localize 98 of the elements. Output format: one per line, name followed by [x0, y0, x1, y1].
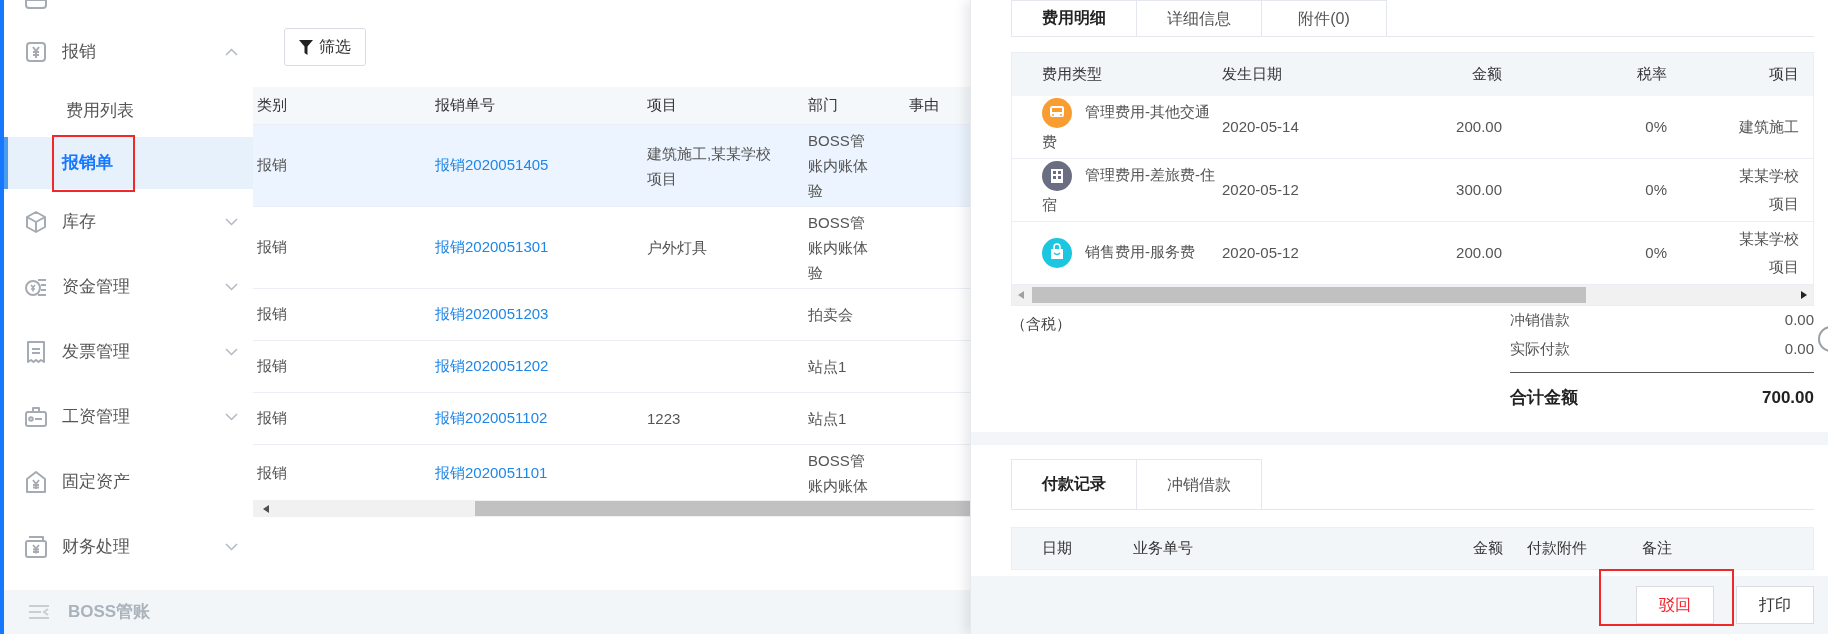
tab[interactable]: 费用明细 — [1011, 0, 1137, 36]
expense-amount: 300.00 — [1456, 180, 1502, 198]
column-header: 发生日期 — [1222, 65, 1282, 83]
column-header: 部门 — [808, 95, 839, 116]
menu-item[interactable]: 库存 — [4, 189, 253, 254]
order-link[interactable]: 报销2020051202 — [435, 355, 647, 378]
column-header: 事由 — [909, 95, 940, 116]
order-link[interactable]: 报销2020051203 — [435, 303, 647, 326]
reject-button[interactable]: 驳回 — [1636, 586, 1714, 624]
submenu-item[interactable]: 报销单 — [4, 137, 253, 189]
tax-note: （含税） — [1011, 314, 1071, 334]
filter-icon — [299, 39, 313, 55]
table-cell-text: 报销 — [257, 462, 288, 483]
tab[interactable]: 冲销借款 — [1136, 459, 1262, 509]
expense-project: 某某学校项目 — [1738, 166, 1799, 214]
column-header: 业务单号 — [1133, 539, 1193, 557]
table-cell-text: BOSS管账内账体 — [808, 451, 869, 496]
summary-label: 冲销借款 — [1510, 310, 1570, 331]
tax-rate: 0% — [1645, 243, 1667, 261]
print-button[interactable]: 打印 — [1736, 586, 1814, 624]
column-header: 付款附件 — [1527, 539, 1587, 557]
chevron-down-icon — [225, 282, 238, 291]
column-header: 日期 — [1042, 539, 1072, 557]
table-cell-text: 拍卖会 — [808, 305, 854, 325]
table-cell-text: 报销 — [257, 304, 288, 325]
column-header: 报销单号 — [435, 95, 496, 116]
table-cell-text: 站点1 — [808, 357, 848, 377]
table-cell-text: BOSS管账内账体验 — [808, 131, 869, 201]
chevron-down-icon — [225, 347, 238, 356]
cube-icon — [24, 209, 48, 234]
chevron-down-icon — [225, 412, 238, 421]
scroll-left-icon — [1018, 291, 1024, 299]
menu-item[interactable]: 财务处理 — [4, 514, 253, 579]
expense-project: 建筑施工 — [1738, 117, 1799, 137]
scroll-left-icon — [263, 504, 269, 513]
submenu-item[interactable]: 费用列表 — [4, 85, 253, 137]
chevron-down-icon — [225, 542, 238, 551]
expense-project: 某某学校项目 — [1738, 229, 1799, 277]
expense-date: 2020-05-14 — [1222, 117, 1299, 135]
menu-item[interactable]: 报销 — [4, 19, 253, 85]
menu-item[interactable]: 发票管理 — [4, 319, 253, 384]
column-header: 项目 — [1769, 64, 1799, 85]
house-icon — [24, 469, 48, 494]
receipt-icon — [24, 339, 48, 364]
table-cell-text: 报销 — [257, 237, 288, 258]
menu-item[interactable]: 工资管理 — [4, 384, 253, 449]
summary-value: 0.00 — [1784, 310, 1814, 331]
table-cell-text: 户外灯具 — [647, 238, 708, 258]
table-cell-text: 1223 — [647, 409, 682, 429]
column-header: 类别 — [256, 95, 288, 116]
column-header: 税率 — [1637, 65, 1667, 83]
horizontal-scrollbar[interactable] — [1012, 285, 1813, 305]
expense-date: 2020-05-12 — [1222, 243, 1299, 261]
expense-amount: 200.00 — [1456, 243, 1502, 261]
expense-type: 销售费用-服务费 — [1042, 238, 1220, 268]
table-cell-text: 报销 — [257, 155, 288, 176]
scroll-right-icon — [1801, 291, 1807, 299]
column-header: 金额 — [1473, 539, 1503, 557]
summary-value: 700.00 — [1762, 386, 1814, 409]
table-cell-text: 报销 — [257, 408, 288, 429]
cash-box-icon — [24, 534, 48, 559]
tab[interactable]: 附件(0) — [1261, 0, 1387, 36]
table-cell-text: BOSS管账内账体验 — [808, 213, 869, 283]
summary-label: 合计金额 — [1510, 386, 1578, 409]
column-header: 项目 — [647, 95, 678, 116]
order-link[interactable]: 报销2020051405 — [435, 154, 647, 177]
tax-rate: 0% — [1645, 117, 1667, 135]
table-cell-text: 站点1 — [808, 409, 848, 429]
collapse-icon — [28, 605, 50, 619]
order-link[interactable]: 报销2020051102 — [435, 407, 647, 430]
chevron-up-icon — [225, 48, 238, 56]
expense-type: 管理费用-其他交通费 — [1042, 98, 1220, 156]
id-card-icon — [24, 404, 48, 429]
expense-date: 2020-05-12 — [1222, 180, 1299, 198]
column-header: 费用类型 — [1042, 65, 1102, 83]
table-cell-text: 报销 — [257, 356, 288, 377]
menu-item[interactable]: 固定资产 — [4, 449, 253, 514]
scrollbar-thumb[interactable] — [1032, 287, 1586, 303]
scrollbar-thumb[interactable] — [475, 501, 970, 516]
summary-value: 0.00 — [1784, 339, 1814, 360]
yen-card-icon — [24, 40, 48, 64]
chevron-down-icon — [225, 217, 238, 226]
tab[interactable]: 详细信息 — [1136, 0, 1262, 36]
horizontal-scrollbar[interactable] — [253, 500, 970, 517]
tab[interactable]: 付款记录 — [1011, 459, 1137, 509]
expense-amount: 200.00 — [1456, 117, 1502, 135]
table-cell-text: 建筑施工,某某学校项目 — [647, 143, 773, 189]
expense-type: 管理费用-差旅费-住宿 — [1042, 161, 1220, 219]
table-row[interactable]: 报销 报销2020051405 建筑施工,某某学校项目 BOSS管账内账体验 — [253, 125, 970, 207]
order-link[interactable]: 报销2020051301 — [435, 236, 647, 259]
collapse-label: BOSS管账 — [68, 601, 151, 624]
tax-rate: 0% — [1645, 180, 1667, 198]
filter-button[interactable]: 筛选 — [284, 28, 366, 66]
column-header: 金额 — [1472, 65, 1502, 83]
order-link[interactable]: 报销2020051101 — [435, 461, 647, 485]
menu-item[interactable]: 资金管理 — [4, 254, 253, 319]
summary-label: 实际付款 — [1510, 339, 1570, 360]
column-header: 备注 — [1642, 539, 1672, 557]
